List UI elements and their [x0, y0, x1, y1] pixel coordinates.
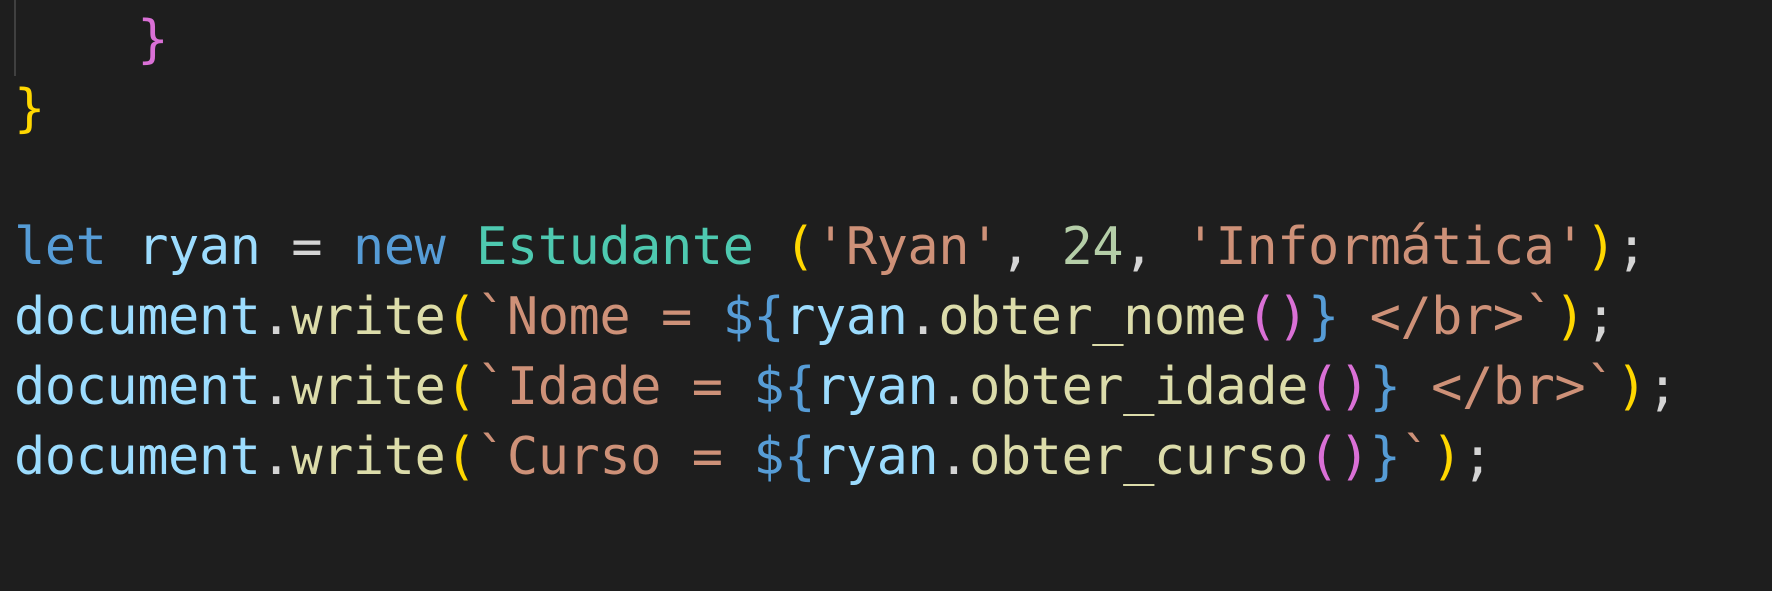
code-line[interactable]: } — [14, 70, 45, 149]
code-token: </br>` — [1400, 357, 1617, 417]
code-token: ; — [1616, 217, 1647, 277]
code-token: ) — [1616, 357, 1647, 417]
code-token: `Idade = — [476, 357, 754, 417]
code-token: } — [1369, 427, 1401, 487]
code-token: . — [260, 357, 292, 417]
code-line[interactable]: } — [14, 1, 168, 80]
code-token: new — [352, 217, 446, 277]
code-token: , — [1123, 217, 1185, 277]
code-token: . — [907, 287, 939, 347]
code-token: ${ — [753, 357, 816, 417]
code-token: ryan — [815, 357, 939, 417]
code-token: write — [291, 427, 446, 487]
code-token: } — [137, 10, 169, 70]
code-token: ; — [1646, 357, 1678, 417]
code-token: ( — [445, 427, 477, 487]
code-line[interactable]: document.write(`Curso = ${ryan.obter_cur… — [14, 418, 1493, 497]
code-token: </br>` — [1338, 287, 1555, 347]
code-line[interactable]: let ryan = new Estudante ('Ryan', 24, 'I… — [14, 208, 1647, 287]
code-token: write — [291, 287, 446, 347]
code-token: ryan — [815, 427, 939, 487]
code-token: ; — [1462, 427, 1493, 487]
code-token: . — [260, 287, 292, 347]
code-token: document — [14, 287, 261, 347]
code-token: 'Ryan' — [815, 217, 1000, 277]
code-token: obter_idade — [969, 357, 1308, 417]
code-editor[interactable]: } } let ryan = new Estudante ('Ryan', 24… — [0, 0, 1772, 591]
code-token: } — [1369, 357, 1401, 417]
code-token: . — [938, 427, 970, 487]
code-token: ${ — [722, 287, 785, 347]
code-token: ${ — [753, 427, 816, 487]
code-token: . — [938, 357, 970, 417]
code-token: document — [14, 427, 261, 487]
code-token: ( — [445, 357, 477, 417]
code-token: ` — [1400, 427, 1432, 487]
code-token: write — [291, 357, 446, 417]
indentation — [14, 10, 137, 70]
code-token: document — [14, 357, 261, 417]
code-token: () — [1307, 357, 1370, 417]
code-token: () — [1246, 287, 1308, 347]
code-token: . — [260, 427, 292, 487]
code-token: ryan — [784, 287, 908, 347]
code-token: ryan — [137, 217, 261, 277]
code-token: ) — [1554, 287, 1586, 347]
code-token: } — [14, 79, 45, 139]
code-token: Estudante — [476, 217, 754, 277]
code-token: , — [999, 217, 1062, 277]
code-line[interactable]: document.write(`Idade = ${ryan.obter_ida… — [14, 348, 1678, 427]
code-token: ( — [445, 287, 477, 347]
code-line[interactable]: document.write(`Nome = ${ryan.obter_nome… — [14, 278, 1617, 357]
code-token: } — [1307, 287, 1339, 347]
code-token: 'Informática' — [1184, 217, 1586, 277]
code-token: ) — [1431, 427, 1462, 487]
code-token: ( — [784, 217, 816, 277]
code-token: let — [14, 217, 107, 277]
code-token: `Nome = — [476, 287, 723, 347]
code-token: 24 — [1061, 217, 1124, 277]
code-token: ; — [1585, 287, 1617, 347]
code-token: obter_curso — [969, 427, 1308, 487]
code-token: obter_nome — [938, 287, 1247, 347]
code-token: ) — [1585, 217, 1617, 277]
code-token: = — [260, 217, 353, 277]
code-token: `Curso = — [476, 427, 754, 487]
code-token: () — [1307, 427, 1370, 487]
